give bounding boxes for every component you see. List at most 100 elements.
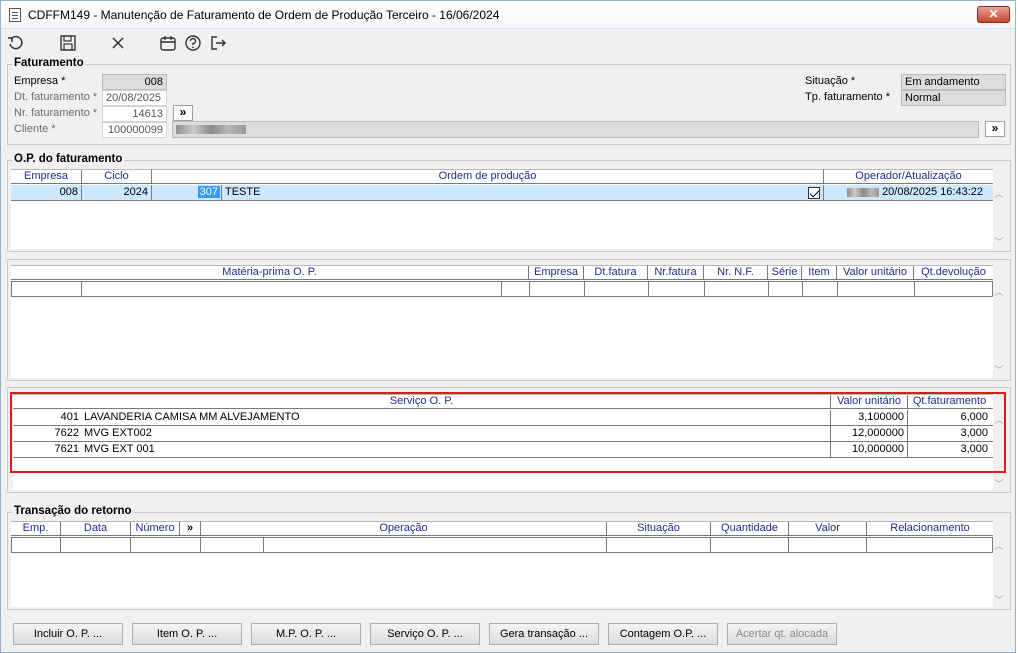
scroll-down-icon[interactable]: ﹀	[993, 593, 1005, 606]
col-qt-faturamento[interactable]: Qt.faturamento	[908, 395, 991, 409]
col-situacao[interactable]: Situação	[607, 522, 711, 536]
transacao-grid: Emp. Data Número » Operação Situação Qua…	[11, 521, 993, 607]
op-atualizacao: 20/08/2025 16:43:22	[824, 185, 993, 200]
servico-grid-header: Serviço O. P. Valor unitário Qt.faturame…	[13, 394, 993, 409]
acertar-qt-alocada-button[interactable]: Acertar qt. alocada	[727, 623, 837, 645]
window-title: CDFFM149 - Manutenção de Faturamento de …	[28, 8, 500, 22]
close-button[interactable]: ✕	[977, 6, 1010, 23]
exit-icon[interactable]	[208, 34, 228, 54]
op-grid-header: Empresa Ciclo Ordem de produção Operador…	[11, 169, 993, 184]
item-op-button[interactable]: Item O. P. ...	[132, 623, 242, 645]
op-checkbox[interactable]	[808, 186, 824, 201]
col-nr-nf[interactable]: Nr. N.F.	[704, 266, 768, 280]
mp-empty-row[interactable]	[11, 281, 993, 297]
mp-cell	[803, 282, 838, 297]
transacao-empty-row[interactable]	[11, 537, 993, 553]
undo-icon[interactable]	[6, 34, 26, 54]
cliente-lookup-button[interactable]: »	[985, 121, 1005, 137]
transacao-cell	[789, 538, 867, 553]
col-item[interactable]: Item	[802, 266, 837, 280]
col-valor[interactable]: Valor	[789, 522, 867, 536]
col-empresa[interactable]: Empresa	[11, 170, 82, 184]
scroll-up-icon[interactable]: ︿	[993, 539, 1005, 552]
col-servico-valor[interactable]: Valor unitário	[831, 395, 908, 409]
col-nr-fatura[interactable]: Nr.fatura	[648, 266, 704, 280]
cancel-icon[interactable]	[108, 34, 128, 54]
servico-row[interactable]: 401 LAVANDERIA CAMISA MM ALVEJAMENTO 3,1…	[13, 410, 993, 426]
scroll-down-icon[interactable]: ﹀	[993, 235, 1005, 248]
scroll-up-icon[interactable]: ︿	[993, 285, 1005, 298]
servico-row[interactable]: 7621 MVG EXT 001 10,000000 3,000	[13, 442, 993, 458]
col-lookup-button[interactable]: »	[180, 522, 201, 536]
servico-op-button[interactable]: Serviço O. P. ...	[370, 623, 480, 645]
empresa-label: Empresa *	[14, 75, 66, 87]
calendar-icon[interactable]	[158, 34, 178, 54]
op-numero[interactable]: 307	[152, 185, 222, 200]
help-icon[interactable]	[183, 34, 203, 54]
contagem-op-button[interactable]: Contagem O.P. ...	[608, 623, 718, 645]
op-ciclo: 2024	[82, 185, 152, 200]
col-qt-devolucao[interactable]: Qt.devolução	[914, 266, 993, 280]
mp-cell	[838, 282, 915, 297]
transacao-cell	[12, 538, 61, 553]
transacao-grid-header: Emp. Data Número » Operação Situação Qua…	[11, 521, 993, 536]
incluir-op-button[interactable]: Incluir O. P. ...	[13, 623, 123, 645]
col-relacionamento[interactable]: Relacionamento	[867, 522, 993, 536]
col-valor-unitario[interactable]: Valor unitário	[837, 266, 914, 280]
tp-faturamento-label: Tp. faturamento *	[805, 91, 890, 103]
servico-valor: 10,000000	[831, 442, 908, 457]
cliente-name-field	[172, 121, 979, 138]
col-quantidade[interactable]: Quantidade	[711, 522, 789, 536]
scroll-up-icon[interactable]: ︿	[993, 413, 1005, 426]
cliente-label: Cliente *	[14, 123, 56, 135]
col-numero[interactable]: Número	[131, 522, 180, 536]
mp-grid-header: Matéria-prima O. P. Empresa Dt.fatura Nr…	[11, 265, 993, 280]
scroll-down-icon[interactable]: ﹀	[993, 363, 1005, 376]
tp-faturamento-field: Normal	[901, 90, 1006, 106]
col-dt-fatura[interactable]: Dt.fatura	[584, 266, 648, 280]
dt-faturamento-field[interactable]: 20/08/2025	[102, 90, 167, 106]
op-faturamento-title: O.P. do faturamento	[12, 153, 125, 165]
col-operador-atualizacao[interactable]: Operador/Atualização	[824, 170, 993, 184]
servico-row[interactable]: 7622 MVG EXT002 12,000000 3,000	[13, 426, 993, 442]
transacao-title: Transação do retorno	[12, 505, 134, 517]
col-operacao[interactable]: Operação	[201, 522, 607, 536]
col-servico[interactable]: Serviço O. P.	[13, 395, 831, 409]
redacted-operator	[847, 187, 879, 197]
situacao-label: Situação *	[805, 75, 856, 87]
servico-valor: 3,100000	[831, 410, 908, 425]
col-serie[interactable]: Série	[768, 266, 802, 280]
col-data[interactable]: Data	[61, 522, 131, 536]
cliente-field[interactable]: 100000099	[102, 122, 167, 138]
col-emp[interactable]: Emp.	[11, 522, 61, 536]
col-ciclo[interactable]: Ciclo	[82, 170, 152, 184]
transacao-cell	[607, 538, 711, 553]
mp-cell	[12, 282, 82, 297]
servico-valor: 12,000000	[831, 426, 908, 441]
col-materia-prima[interactable]: Matéria-prima O. P.	[11, 266, 529, 280]
nr-faturamento-label: Nr. faturamento *	[14, 107, 98, 119]
nr-faturamento-field[interactable]: 14613	[102, 106, 167, 122]
servico-code: 401	[60, 411, 79, 423]
op-row[interactable]: 008 2024 307 TESTE 20/08/2025 16:43:22	[11, 185, 993, 201]
col-ordem-producao[interactable]: Ordem de produção	[152, 170, 824, 184]
op-descricao: TESTE	[222, 185, 824, 200]
mp-op-button[interactable]: M.P. O. P. ...	[251, 623, 361, 645]
servico-desc: LAVANDERIA CAMISA MM ALVEJAMENTO	[81, 410, 831, 425]
transacao-cell	[867, 538, 992, 553]
mp-cell	[705, 282, 769, 297]
gera-transacao-button[interactable]: Gera transação ...	[489, 623, 599, 645]
save-icon[interactable]	[58, 34, 78, 54]
empresa-field[interactable]: 008	[102, 74, 167, 90]
scroll-down-icon[interactable]: ﹀	[993, 477, 1005, 490]
transacao-cell	[711, 538, 789, 553]
scroll-up-icon[interactable]: ︿	[993, 187, 1005, 200]
nr-faturamento-lookup-button[interactable]: »	[173, 105, 193, 121]
col-mp-empresa[interactable]: Empresa	[529, 266, 584, 280]
toolbar	[1, 30, 1015, 58]
materia-prima-grid: Matéria-prima O. P. Empresa Dt.fatura Nr…	[11, 265, 993, 378]
checkmark-icon	[808, 187, 820, 200]
servico-code: 7622	[54, 427, 79, 439]
situacao-field: Em andamento	[901, 74, 1006, 90]
title-bar: CDFFM149 - Manutenção de Faturamento de …	[1, 1, 1015, 29]
